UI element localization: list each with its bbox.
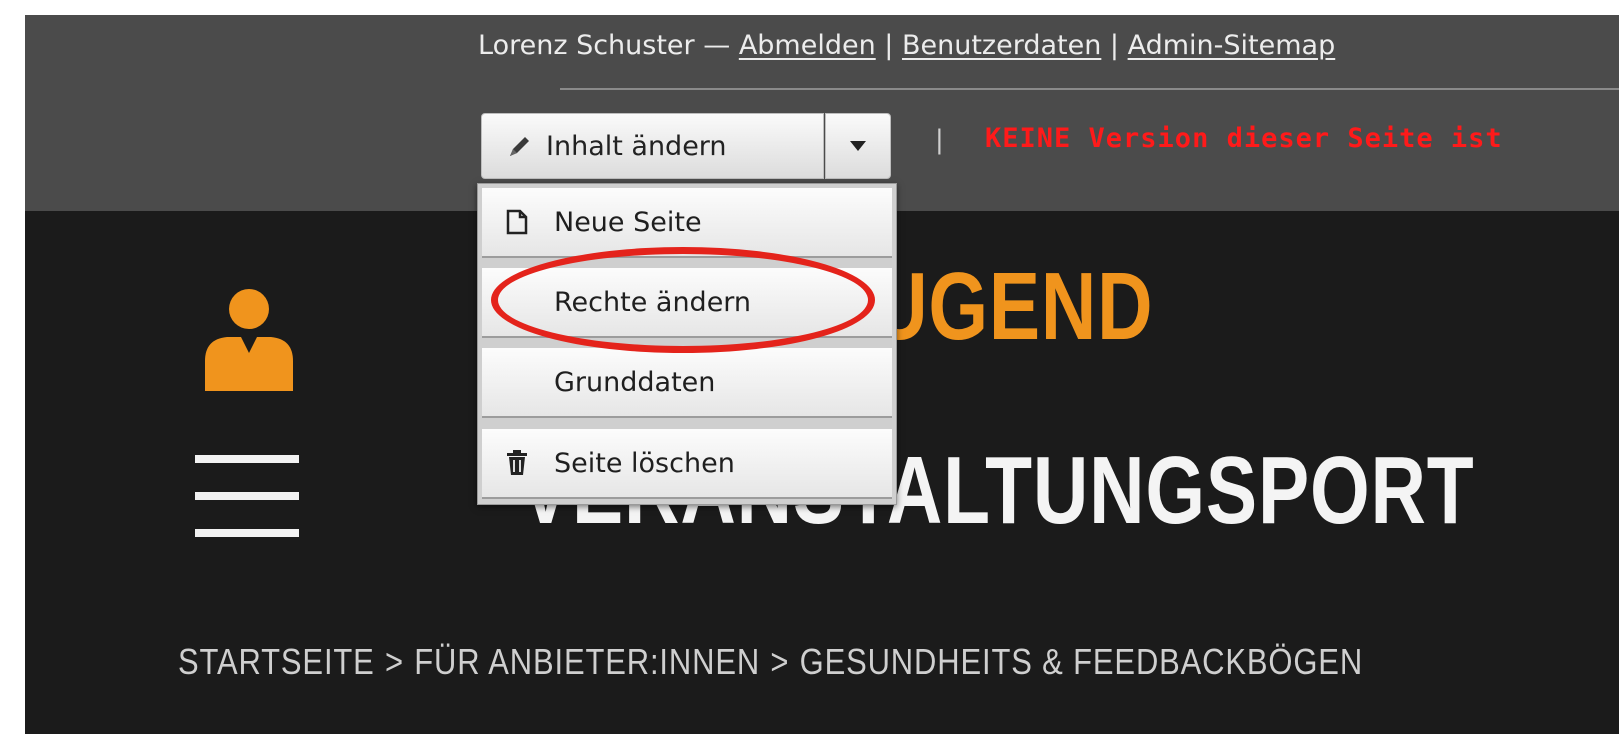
menu-item-label: Neue Seite (554, 206, 702, 238)
user-line-divider: | (875, 30, 902, 61)
breadcrumb: STARTSEITE > FÜR ANBIETER:INNEN > GESUNDHEIT… (178, 641, 1363, 683)
pencil-icon (506, 132, 540, 160)
userdata-link[interactable]: Benutzerdaten (902, 30, 1101, 61)
caret-down-icon (849, 137, 867, 156)
edit-content-button[interactable]: Inhalt ändern (481, 113, 824, 179)
user-name: Lorenz Schuster (478, 30, 695, 61)
highlight-annotation-ellipse (491, 247, 875, 353)
admin-bar: Lorenz Schuster — Abmelden | Benutzerdat… (25, 15, 1619, 211)
logout-link[interactable]: Abmelden (739, 30, 876, 61)
menu-item-label: Seite löschen (554, 447, 735, 479)
version-warning: KEINE Version dieser Seite ist (985, 123, 1503, 154)
breadcrumb-separator: > (385, 641, 404, 682)
menu-item-label: Grunddaten (554, 366, 716, 398)
user-line-dash: — (694, 30, 739, 61)
hamburger-menu-icon[interactable] (195, 455, 299, 537)
admin-sitemap-link[interactable]: Admin-Sitemap (1128, 30, 1336, 61)
edit-content-label: Inhalt ändern (546, 130, 727, 162)
menu-item-basic-data[interactable]: Grunddaten (482, 348, 892, 418)
breadcrumb-item-home[interactable]: STARTSEITE (178, 641, 375, 682)
breadcrumb-item-providers[interactable]: FÜR ANBIETER:INNEN (414, 641, 760, 682)
edit-options-dropdown-button[interactable] (825, 113, 891, 179)
toolbar-separator: | (935, 125, 944, 155)
trash-icon (506, 450, 536, 476)
page-frame: Lorenz Schuster — Abmelden | Benutzerdat… (25, 15, 1619, 734)
user-line-divider: | (1101, 30, 1128, 61)
document-icon (506, 209, 536, 235)
user-icon[interactable] (201, 279, 297, 391)
admin-divider-line (560, 88, 1619, 90)
breadcrumb-item-forms[interactable]: GESUNDHEITS & FEEDBACKBÖGEN (800, 641, 1363, 682)
admin-user-line: Lorenz Schuster — Abmelden | Benutzerdat… (478, 26, 1335, 66)
menu-item-delete-page[interactable]: Seite löschen (482, 429, 892, 499)
breadcrumb-separator: > (770, 641, 790, 682)
